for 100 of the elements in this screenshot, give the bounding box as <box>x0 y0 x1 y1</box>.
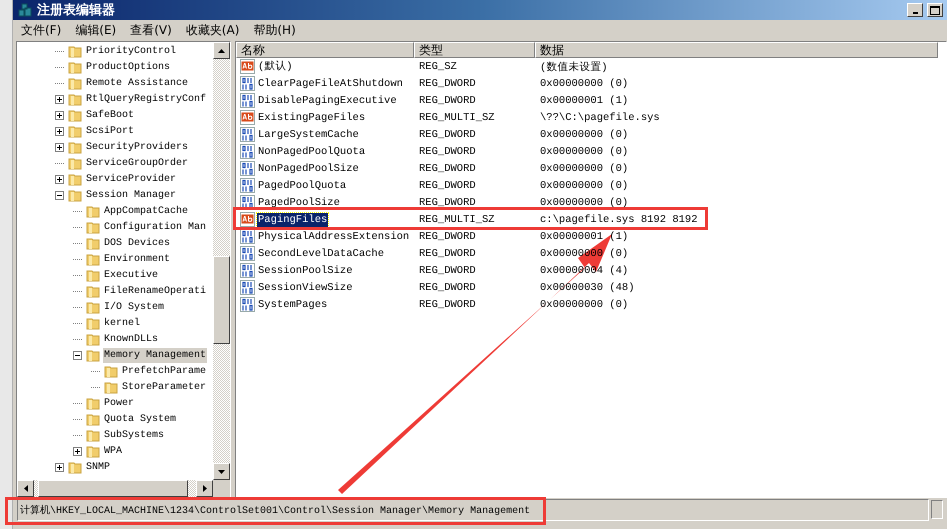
tree-item[interactable]: Configuration Man <box>103 220 208 234</box>
tree-item[interactable]: SafeBoot <box>85 108 136 122</box>
tree-item[interactable]: RtlQueryRegistryConf <box>85 92 208 106</box>
tree-item[interactable]: SubSystems <box>103 428 166 442</box>
folder-icon <box>86 332 100 346</box>
minimize-button[interactable] <box>907 3 923 17</box>
value-data: 0x00000030 (48) <box>539 282 635 294</box>
value-type: REG_MULTI_SZ <box>418 214 496 226</box>
down-triangle-icon <box>218 470 225 474</box>
tree-item[interactable]: kernel <box>103 316 142 330</box>
value-type: REG_DWORD <box>418 78 477 90</box>
menu-item[interactable]: 文件(F) <box>19 20 64 40</box>
value-type: REG_DWORD <box>418 162 477 174</box>
menu-item[interactable]: 帮助(H) <box>251 20 298 40</box>
value-name[interactable]: NonPagedPoolSize <box>257 162 360 176</box>
tree-item[interactable]: KnownDLLs <box>103 332 160 346</box>
horizontal-scrollbar[interactable] <box>17 480 230 497</box>
folder-icon <box>68 188 82 202</box>
maximize-button[interactable] <box>927 3 943 17</box>
menu-item[interactable]: 查看(V) <box>128 20 174 40</box>
menu-item[interactable]: 收藏夹(A) <box>184 20 242 40</box>
value-name[interactable]: LargeSystemCache <box>257 128 360 142</box>
scrollbar-corner <box>213 480 230 497</box>
folder-icon <box>68 124 82 138</box>
tree-item[interactable]: AppCompatCache <box>103 204 190 218</box>
value-name[interactable]: SecondLevelDataCache <box>257 246 386 260</box>
value-type: REG_SZ <box>418 60 458 72</box>
folder-icon <box>68 140 82 154</box>
vertical-scrollbar[interactable] <box>213 42 230 480</box>
scroll-thumb[interactable] <box>38 480 188 497</box>
collapse-icon[interactable] <box>73 350 82 360</box>
tree-item[interactable]: Quota System <box>103 412 178 426</box>
value-name[interactable]: ExistingPageFiles <box>257 110 366 124</box>
menu-item[interactable]: 编辑(E) <box>73 20 118 40</box>
folder-icon <box>86 220 100 234</box>
value-name[interactable]: PagedPoolSize <box>257 196 341 210</box>
collapse-icon[interactable] <box>55 190 64 200</box>
tree-item[interactable]: FileRenameOperati <box>103 284 208 298</box>
tree-item[interactable]: Remote Assistance <box>85 76 190 90</box>
value-type: REG_DWORD <box>418 128 477 140</box>
value-data: 0x00000000 (0) <box>539 78 628 90</box>
value-data: c:\pagefile.sys 8192 8192 <box>539 214 698 226</box>
scroll-down-button[interactable] <box>213 463 230 480</box>
value-type: REG_DWORD <box>418 94 477 106</box>
value-name[interactable]: ClearPageFileAtShutdown <box>257 76 404 90</box>
expand-icon[interactable] <box>55 94 64 104</box>
tree-item[interactable]: ScsiPort <box>85 124 136 138</box>
tree-item[interactable]: Power <box>103 396 136 410</box>
tree-item[interactable]: Memory Management <box>103 348 208 362</box>
tree-item[interactable]: SNMP <box>85 460 112 474</box>
value-name[interactable]: PhysicalAddressExtension <box>257 230 410 244</box>
value-name[interactable]: DisablePagingExecutive <box>257 94 398 108</box>
expand-icon[interactable] <box>55 462 64 472</box>
folder-icon <box>68 156 82 170</box>
value-type: REG_DWORD <box>418 248 477 260</box>
left-triangle-icon <box>24 485 28 492</box>
tree-item[interactable]: I/O System <box>103 300 166 314</box>
value-name[interactable]: PagedPoolQuota <box>257 178 348 192</box>
tree-item[interactable]: WPA <box>103 444 124 458</box>
value-name[interactable]: NonPagedPoolQuota <box>257 144 366 158</box>
value-name[interactable]: SessionPoolSize <box>257 264 354 278</box>
binary-value-icon <box>240 297 255 312</box>
scroll-up-button[interactable] <box>213 42 230 59</box>
column-header[interactable]: 数据 <box>535 42 938 58</box>
scroll-left-button[interactable] <box>17 480 34 497</box>
scroll-right-button[interactable] <box>196 480 213 497</box>
expand-icon[interactable] <box>55 126 64 136</box>
folder-icon <box>86 348 100 362</box>
tree-item[interactable]: PriorityControl <box>85 44 178 58</box>
value-name[interactable]: SessionViewSize <box>257 280 354 294</box>
column-header[interactable]: 名称 <box>236 42 414 58</box>
expand-icon[interactable] <box>73 446 82 456</box>
value-type: REG_DWORD <box>418 146 477 158</box>
tree-item[interactable]: Session Manager <box>85 188 178 202</box>
scroll-thumb[interactable] <box>213 256 230 344</box>
tree-item[interactable]: Environment <box>103 252 172 266</box>
expand-icon[interactable] <box>55 174 64 184</box>
tree-item[interactable]: ProductOptions <box>85 60 172 74</box>
expand-icon[interactable] <box>55 110 64 120</box>
folder-icon <box>68 460 82 474</box>
status-panel <box>931 500 943 519</box>
tree-item[interactable]: ServiceProvider <box>85 172 178 186</box>
tree-item[interactable]: StoreParameter <box>121 380 208 394</box>
tree-item[interactable]: DOS Devices <box>103 236 172 250</box>
tree-item[interactable]: SecurityProviders <box>85 140 190 154</box>
value-type: REG_DWORD <box>418 298 477 310</box>
folder-icon <box>104 364 118 378</box>
binary-value-icon <box>240 127 255 142</box>
value-data: 0x00000000 (0) <box>539 162 628 174</box>
tree-item[interactable]: PrefetchParame <box>121 364 208 378</box>
value-type: REG_DWORD <box>418 264 477 276</box>
value-name[interactable]: PagingFiles <box>257 212 328 226</box>
tree-item[interactable]: ServiceGroupOrder <box>85 156 190 170</box>
string-value-icon <box>240 212 255 227</box>
value-data: 0x00000000 (0) <box>539 146 628 158</box>
expand-icon[interactable] <box>55 142 64 152</box>
tree-item[interactable]: Executive <box>103 268 160 282</box>
column-header[interactable]: 类型 <box>414 42 535 58</box>
value-name[interactable]: SystemPages <box>257 298 328 312</box>
value-name[interactable]: (默认) <box>257 60 294 74</box>
